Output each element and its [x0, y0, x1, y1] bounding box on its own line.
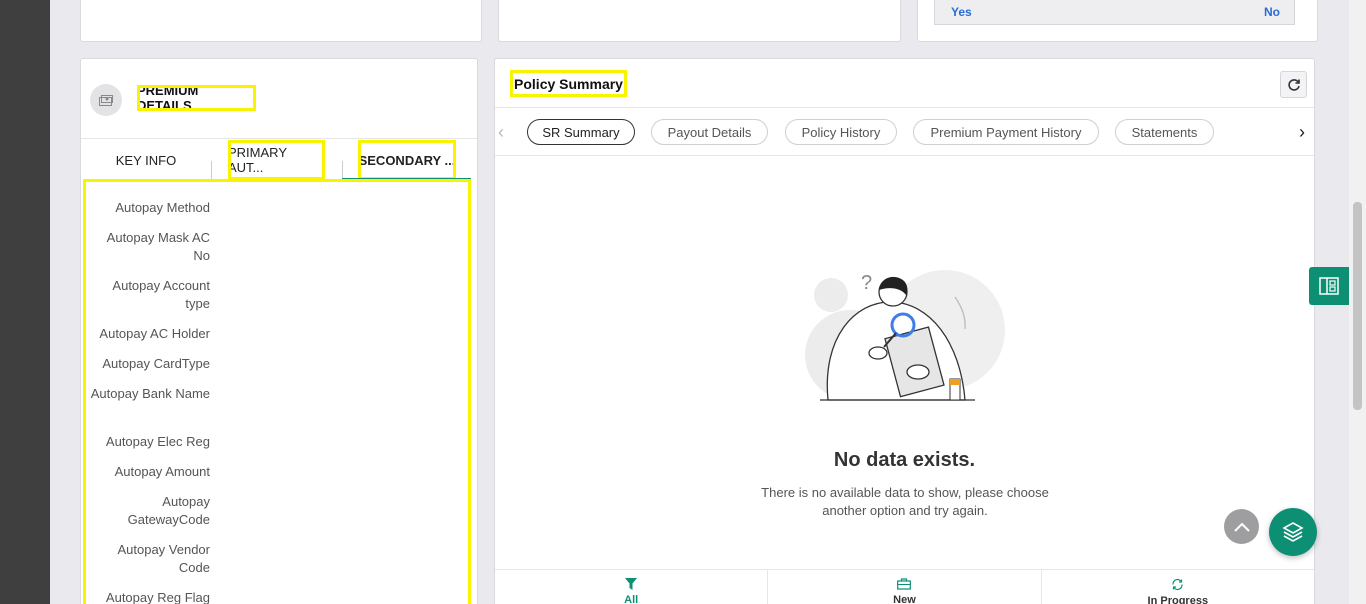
- pill-premium-payment-history[interactable]: Premium Payment History: [913, 119, 1099, 145]
- field-autopay-elec-reg: Autopay Elec Reg: [105, 434, 210, 449]
- top-card-3: Yes No: [917, 0, 1318, 42]
- premium-tabs: KEY INFO PRIMARY AUT... SECONDARY ...: [81, 139, 477, 181]
- top-card-1: [80, 0, 482, 42]
- chevron-right-icon[interactable]: ›: [1299, 122, 1305, 142]
- field-autopay-reg-flag: Autopay Reg Flag: [105, 590, 210, 604]
- tab-primary-autopay[interactable]: PRIMARY AUT...: [228, 140, 325, 180]
- field-autopay-bank-name: Autopay Bank Name: [90, 386, 210, 401]
- pill-payout-details[interactable]: Payout Details: [651, 119, 768, 145]
- empty-state-illustration: ?: [805, 270, 1005, 401]
- premium-header: PREMIUM DETAILS: [81, 59, 477, 139]
- layers-fab-button[interactable]: [1269, 508, 1317, 556]
- status-tab-new[interactable]: New: [768, 570, 1042, 604]
- layout-icon: [1319, 277, 1339, 295]
- field-autopay-gatewaycode: Autopay GatewayCode: [127, 494, 210, 527]
- status-tab-label: All: [624, 594, 639, 604]
- field-autopay-account-type: Autopay Account type: [112, 278, 210, 311]
- pill-sr-summary[interactable]: SR Summary: [527, 119, 635, 145]
- status-tab-in-progress[interactable]: In Progress: [1042, 570, 1314, 604]
- no-label[interactable]: No: [1264, 5, 1280, 19]
- status-tab-all[interactable]: All: [495, 570, 769, 604]
- tab-secondary-autopay[interactable]: SECONDARY ...: [358, 140, 456, 180]
- left-rail: [0, 0, 50, 604]
- yes-label[interactable]: Yes: [951, 5, 972, 19]
- policy-pill-tabs: ‹ SR Summary Payout Details Policy Histo…: [495, 107, 1314, 156]
- field-autopay-method: Autopay Method: [115, 200, 210, 215]
- layers-icon: [1282, 522, 1304, 542]
- filter-icon: [625, 578, 638, 590]
- briefcase-icon: [897, 578, 912, 590]
- empty-state-title: No data exists.: [833, 449, 976, 471]
- status-tab-label: New: [893, 594, 916, 604]
- sync-icon: [1172, 578, 1183, 591]
- autopay-fields-panel: Autopay Method Autopay Mask AC No Autopa…: [83, 179, 471, 604]
- scroll-to-top-button[interactable]: [1224, 509, 1259, 544]
- refresh-button[interactable]: [1280, 71, 1307, 98]
- yes-no-bar: Yes No: [934, 0, 1295, 25]
- field-autopay-ac-holder: Autopay AC Holder: [99, 326, 210, 341]
- tab-divider: [342, 161, 343, 179]
- policy-summary-card: Policy Summary ‹ SR Summary Payout Detai…: [494, 58, 1315, 604]
- premium-details-title: PREMIUM DETAILS: [137, 83, 256, 113]
- premium-details-card: PREMIUM DETAILS KEY INFO PRIMARY AUT... …: [80, 58, 478, 604]
- top-card-2: [498, 0, 901, 42]
- field-autopay-vendor-code: Autopay Vendor Code: [117, 542, 210, 575]
- field-autopay-cardtype: Autopay CardType: [102, 356, 210, 371]
- page-scrollbar[interactable]: [1349, 0, 1366, 604]
- scrollbar-thumb[interactable]: [1353, 202, 1362, 410]
- empty-state-description: There is no available data to show, plea…: [761, 485, 1049, 518]
- status-tabs: All New In Progress: [495, 569, 1314, 604]
- layout-panel-button[interactable]: [1309, 267, 1349, 305]
- status-tab-label: In Progress: [1147, 595, 1209, 604]
- money-icon: [90, 84, 122, 116]
- field-autopay-amount: Autopay Amount: [114, 464, 210, 479]
- chevron-up-icon: [1233, 522, 1250, 532]
- chevron-left-icon[interactable]: ‹: [498, 122, 504, 142]
- tab-divider: [211, 161, 212, 179]
- policy-summary-title: Policy Summary: [510, 70, 627, 97]
- svg-text:?: ?: [861, 272, 872, 294]
- refresh-icon: [1287, 78, 1300, 91]
- tab-key-info[interactable]: KEY INFO: [81, 139, 211, 181]
- pill-statements[interactable]: Statements: [1115, 119, 1214, 145]
- pill-policy-history[interactable]: Policy History: [785, 119, 897, 145]
- field-autopay-mask-ac-no: Autopay Mask AC No: [106, 230, 210, 263]
